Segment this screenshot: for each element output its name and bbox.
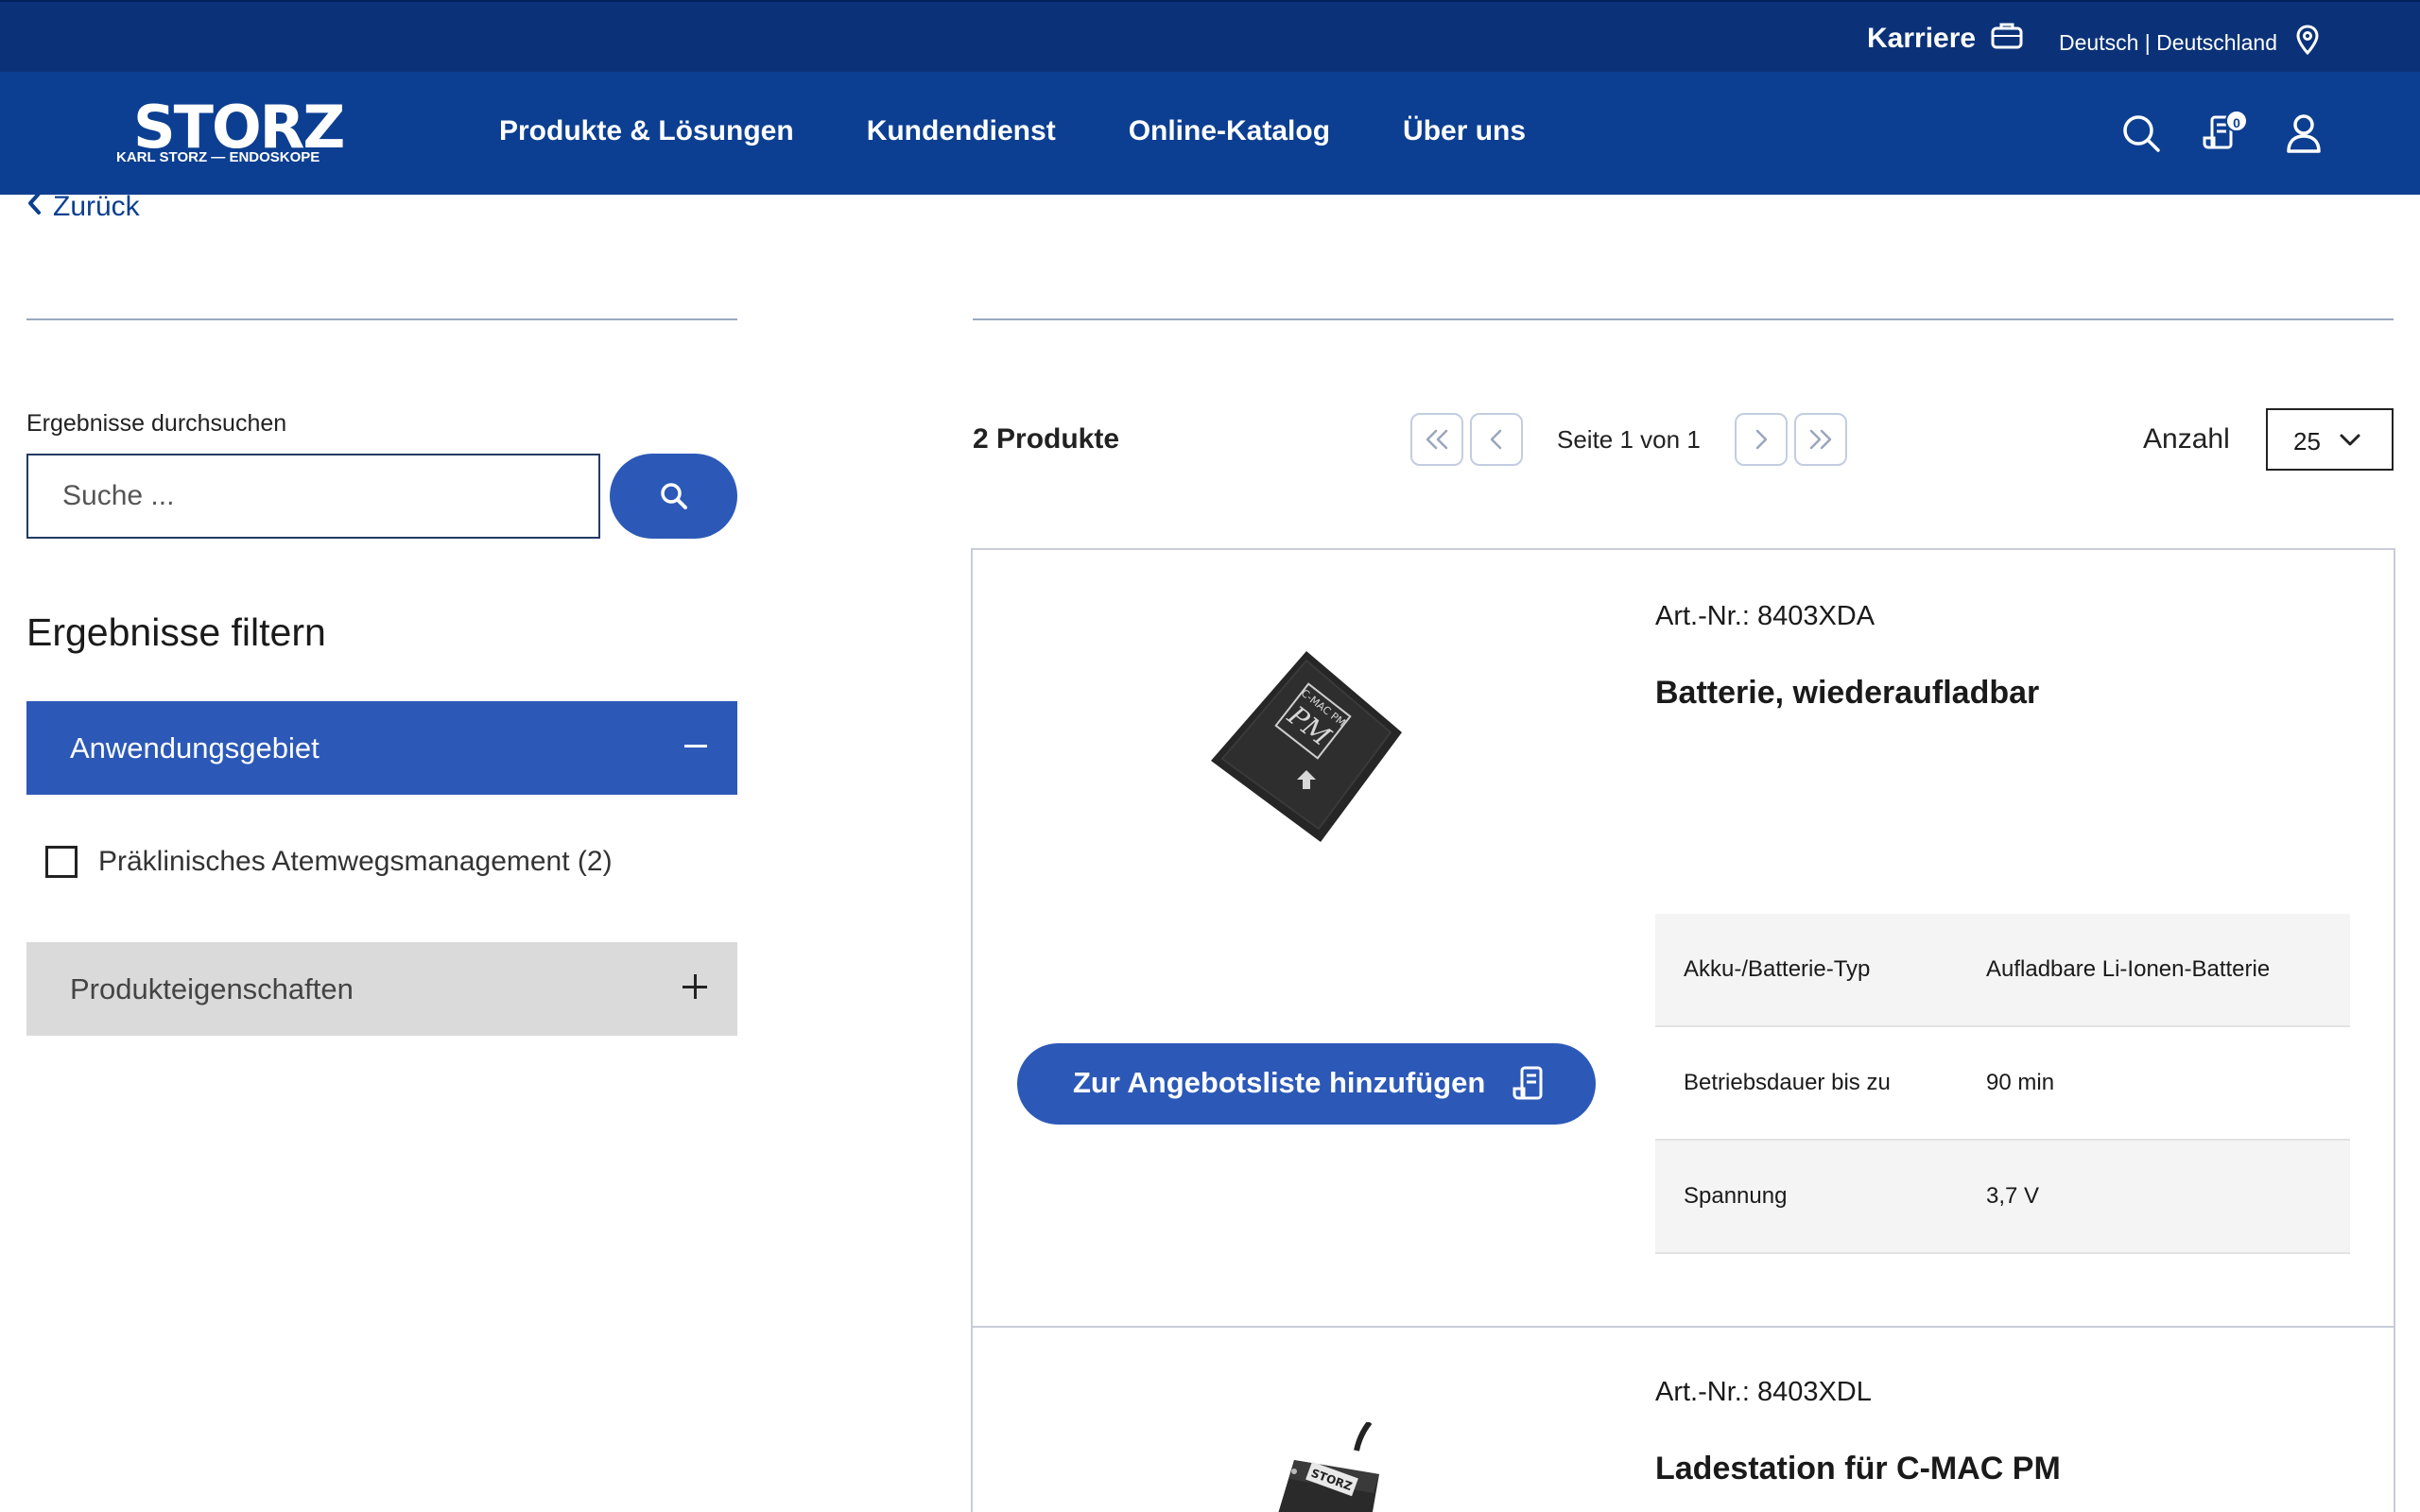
product-image[interactable]: STORZ [1237, 1420, 1408, 1512]
result-count: 2 Produkte [973, 423, 1120, 455]
spec-value: 90 min [1986, 1070, 2055, 1095]
accordion-label: Produkteigenschaften [70, 972, 354, 1005]
previous-page-button[interactable] [1470, 413, 1523, 466]
nav-products[interactable]: Produkte & Lösungen [499, 115, 794, 147]
article-number: Art.-Nr.: 8403XDL [1655, 1377, 1872, 1407]
product-card: STORZ Art.-Nr.: 8403XDL Ladestation für … [971, 1326, 2395, 1512]
back-link[interactable]: Zurück [26, 191, 140, 223]
utility-bar: Karriere Deutsch | Deutschland [0, 0, 2420, 72]
storz-logo[interactable]: STORZ KARL STORZ — ENDOSKOPE [116, 98, 345, 166]
back-label: Zurück [53, 191, 140, 222]
add-to-quote-list-label: Zur Angebotsliste hinzufügen [1073, 1066, 1486, 1099]
spec-value: Aufladbare Li-Ionen-Batterie [1986, 956, 2271, 982]
divider [26, 318, 737, 320]
location-pin-icon [2296, 25, 2319, 60]
spec-row: Betriebsdauer bis zu 90 min [1655, 1027, 2350, 1141]
language-selector[interactable]: Deutsch | Deutschland [2059, 25, 2319, 60]
spec-row: Akku-/Batterie-Typ Aufladbare Li-Ionen-B… [1655, 914, 2350, 1027]
per-page-label: Anzahl [2143, 423, 2230, 455]
spec-value: 3,7 V [1986, 1183, 2040, 1209]
minus-icon [684, 745, 707, 747]
main-navigation: STORZ KARL STORZ — ENDOSKOPE Produkte & … [0, 72, 2420, 195]
filter-option-label: Präklinisches Atemwegsmanagement (2) [98, 846, 613, 877]
first-page-button[interactable] [1410, 413, 1463, 466]
nav-online-catalog[interactable]: Online-Katalog [1129, 115, 1330, 147]
filter-option-prehospital[interactable]: Präklinisches Atemwegsmanagement (2) [45, 846, 613, 878]
spec-key: Spannung [1684, 1183, 1788, 1209]
per-page-value: 25 [2293, 427, 2321, 455]
search-icon[interactable] [2118, 110, 2165, 157]
career-label: Karriere [1867, 23, 1977, 54]
article-number: Art.-Nr.: 8403XDA [1655, 601, 1876, 631]
logo-wordmark: STORZ [133, 93, 345, 162]
product-name[interactable]: Ladestation für C-MAC PM [1655, 1451, 2061, 1487]
chevron-left-icon [26, 191, 42, 223]
accordion-application-area[interactable]: Anwendungsgebiet [26, 701, 737, 795]
last-page-button[interactable] [1794, 413, 1847, 466]
divider [973, 318, 2394, 320]
accordion-label: Anwendungsgebiet [70, 731, 320, 765]
spec-table: Akku-/Batterie-Typ Aufladbare Li-Ionen-B… [1655, 914, 2350, 1254]
product-image[interactable]: C-MAC PM PM [1207, 647, 1406, 846]
add-to-quote-list-button[interactable]: Zur Angebotsliste hinzufügen [1017, 1043, 1596, 1125]
language-label: Deutsch | Deutschland [2059, 29, 2277, 55]
page-indicator: Seite 1 von 1 [1557, 425, 1701, 454]
quote-list-icon[interactable]: 0 [2199, 110, 2248, 157]
briefcase-icon [1991, 21, 2023, 57]
spec-key: Akku-/Batterie-Typ [1684, 956, 1871, 982]
filter-heading: Ergebnisse filtern [26, 610, 326, 654]
quote-count-badge: 0 [2225, 110, 2248, 132]
per-page-select[interactable]: 25 [2266, 408, 2394, 471]
spec-key: Betriebsdauer bis zu [1684, 1070, 1891, 1095]
search-button[interactable] [610, 454, 737, 539]
plus-icon [683, 974, 707, 999]
product-card: C-MAC PM PM Art.-Nr.: 8403XDA Batterie, … [971, 548, 2395, 1328]
next-page-button[interactable] [1735, 413, 1788, 466]
nav-about-us[interactable]: Über uns [1403, 115, 1526, 147]
search-results-label: Ergebnisse durchsuchen [26, 410, 287, 437]
logo-subline: KARL STORZ — ENDOSKOPE [116, 149, 320, 165]
career-link[interactable]: Karriere [1867, 21, 2023, 57]
user-account-icon[interactable] [2280, 110, 2327, 157]
product-name[interactable]: Batterie, wiederaufladbar [1655, 675, 2039, 712]
spec-row: Spannung 3,7 V [1655, 1141, 2350, 1254]
search-input[interactable] [26, 454, 600, 539]
accordion-product-properties[interactable]: Produkteigenschaften [26, 942, 737, 1036]
nav-customer-service[interactable]: Kundendienst [867, 115, 1056, 147]
checkbox[interactable] [45, 846, 78, 878]
